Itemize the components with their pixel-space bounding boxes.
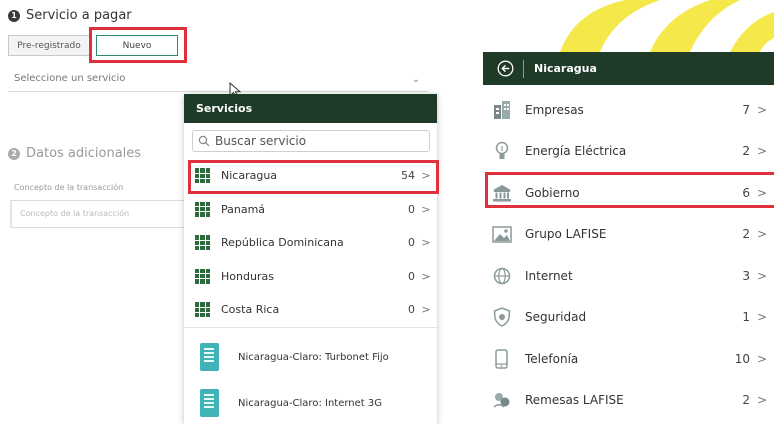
country-name: República Dominicana [221, 236, 344, 250]
service-item-internet-3g[interactable]: Nicaragua-Claro: Internet 3G [184, 380, 437, 424]
country-item-panama[interactable]: Panamá 0 > [184, 193, 437, 227]
grid-icon [195, 302, 210, 318]
country-item-republica-dominicana[interactable]: República Dominicana 0 > [184, 226, 437, 260]
category-count: 1 [742, 310, 750, 325]
category-item-remesas-lafise[interactable]: Remesas LAFISE 2 > [483, 380, 774, 422]
grid-icon [195, 268, 210, 284]
category-item-seguridad[interactable]: Seguridad 1 > [483, 297, 774, 339]
services-dropdown: Servicios Buscar servicio Nicaragua 54 >… [184, 94, 437, 424]
nicaragua-category-panel: Nicaragua Empresas 7 > Energía Eléctrica… [483, 52, 774, 424]
highlight-box-nuevo [89, 27, 187, 63]
category-item-empresas[interactable]: Empresas 7 > [483, 89, 774, 131]
country-count: 0 [408, 236, 415, 250]
header-separator [523, 59, 524, 78]
highlight-box-gobierno [485, 172, 774, 208]
country-name: Costa Rica [221, 303, 280, 317]
chevron-right-icon: > [756, 393, 768, 408]
search-icon [198, 135, 210, 147]
grid-icon [195, 235, 210, 251]
step-servicio-a-pagar: 1 Servicio a pagar [8, 8, 132, 23]
chevron-right-icon: > [421, 303, 431, 317]
grid-icon [195, 201, 210, 217]
background-decoration [560, 0, 774, 52]
category-name: Energía Eléctrica [525, 144, 627, 159]
search-input[interactable]: Buscar servicio [192, 130, 430, 152]
chevron-right-icon: > [421, 202, 431, 216]
step-title: Servicio a pagar [26, 8, 132, 23]
globe-icon [491, 265, 513, 287]
chevron-right-icon: > [756, 268, 768, 283]
category-name: Telefonía [525, 351, 579, 366]
category-list: Empresas 7 > Energía Eléctrica 2 > Gobie… [483, 89, 774, 421]
buildings-icon [491, 99, 513, 121]
category-item-grupo-lafise[interactable]: Grupo LAFISE 2 > [483, 214, 774, 256]
concept-input[interactable]: Concepto de la transacción [10, 200, 186, 228]
category-count: 2 [742, 227, 750, 242]
service-select[interactable]: Seleccione un servicio ⌄ [8, 70, 428, 92]
service-item-turbonet-fijo[interactable]: Nicaragua-Claro: Turbonet Fijo [184, 334, 437, 380]
country-count: 0 [408, 269, 415, 283]
chevron-down-icon: ⌄ [411, 74, 420, 85]
phone-icon [491, 348, 513, 370]
chevron-right-icon: > [756, 102, 768, 117]
category-count: 2 [742, 393, 750, 408]
chevron-right-icon: > [421, 269, 431, 283]
country-item-costa-rica[interactable]: Costa Rica 0 > [184, 293, 437, 327]
category-name: Seguridad [525, 310, 587, 325]
lightbulb-icon [491, 140, 513, 162]
country-count: 0 [408, 303, 415, 317]
divider [184, 327, 437, 328]
dropdown-header: Servicios [184, 94, 437, 123]
category-name: Empresas [525, 102, 584, 117]
category-item-telefonia[interactable]: Telefonía 10 > [483, 338, 774, 380]
step-title: Datos adicionales [26, 146, 142, 161]
category-count: 3 [742, 268, 750, 283]
category-count: 2 [742, 144, 750, 159]
service-select-placeholder: Seleccione un servicio [14, 73, 126, 84]
chevron-right-icon: > [756, 144, 768, 159]
step-datos-adicionales: 2 Datos adicionales [8, 146, 141, 161]
shield-icon [491, 306, 513, 328]
highlight-box-nicaragua [188, 160, 439, 194]
panel-header: Nicaragua [483, 52, 774, 85]
category-count: 10 [734, 351, 750, 366]
service-name: Nicaragua-Claro: Internet 3G [238, 397, 382, 409]
back-arrow-icon[interactable] [497, 60, 514, 77]
category-count: 7 [742, 102, 750, 117]
country-name: Honduras [221, 269, 274, 283]
chevron-right-icon: > [421, 236, 431, 250]
document-icon [200, 389, 219, 417]
country-name: Panamá [221, 202, 266, 216]
tab-pre-registrado[interactable]: Pre-registrado [8, 35, 90, 56]
category-name: Remesas LAFISE [525, 393, 624, 408]
step-number-badge: 1 [8, 9, 20, 22]
document-icon [200, 343, 219, 371]
category-name: Internet [525, 268, 573, 283]
country-count: 0 [408, 202, 415, 216]
chevron-right-icon: > [756, 351, 768, 366]
search-placeholder: Buscar servicio [215, 134, 307, 148]
service-name: Nicaragua-Claro: Turbonet Fijo [238, 351, 389, 363]
panel-title: Nicaragua [534, 62, 597, 75]
step-number-badge: 2 [8, 147, 20, 160]
money-transfer-icon [491, 389, 513, 411]
category-name: Grupo LAFISE [525, 227, 607, 242]
category-item-energia-electrica[interactable]: Energía Eléctrica 2 > [483, 131, 774, 173]
category-item-internet[interactable]: Internet 3 > [483, 255, 774, 297]
chevron-right-icon: > [756, 227, 768, 242]
concept-label: Concepto de la transacción [14, 183, 124, 192]
image-icon [491, 223, 513, 245]
chevron-right-icon: > [756, 310, 768, 325]
concept-input-placeholder: Concepto de la transacción [20, 209, 130, 218]
country-item-honduras[interactable]: Honduras 0 > [184, 260, 437, 294]
